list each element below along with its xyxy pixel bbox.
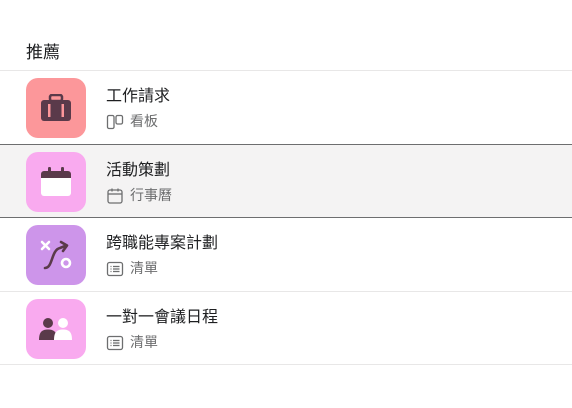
template-tile: [26, 225, 86, 285]
template-name: 一對一會議日程: [106, 307, 219, 326]
template-meta: 清單: [106, 333, 158, 353]
people-icon: [39, 318, 72, 340]
template-row-cross-functional-plan[interactable]: 跨職能專案計劃 清單: [0, 217, 572, 291]
list-icon: [106, 335, 124, 351]
list-icon: [106, 261, 124, 277]
calendar-icon: [41, 167, 71, 196]
template-meta: 清單: [106, 259, 158, 279]
template-view-label: 清單: [130, 261, 158, 277]
template-meta: 看板: [106, 112, 158, 132]
template-tile: [26, 152, 86, 212]
template-name: 工作請求: [106, 86, 171, 105]
template-tile: [26, 299, 86, 359]
template-name: 活動策劃: [106, 160, 171, 179]
board-icon: [106, 114, 124, 130]
template-tile: [26, 78, 86, 138]
template-view-label: 看板: [130, 114, 158, 130]
template-row-event-planning[interactable]: 活動策劃 行事曆: [0, 144, 572, 218]
briefcase-icon: [41, 94, 71, 121]
template-picker: 推薦 工作請求 看板 活動策劃 行事曆 跨職能專案計劃 清單 一對一會議日程 清…: [0, 0, 572, 408]
template-list: 工作請求 看板 活動策劃 行事曆 跨職能專案計劃 清單 一對一會議日程 清單: [0, 70, 572, 365]
template-meta: 行事曆: [106, 186, 172, 206]
template-view-label: 行事曆: [130, 188, 172, 204]
calendar-icon: [107, 188, 123, 204]
section-title: 推薦: [26, 43, 60, 63]
template-row-one-on-one-agenda[interactable]: 一對一會議日程 清單: [0, 291, 572, 365]
template-view-label: 清單: [130, 335, 158, 351]
path-icon: [40, 240, 72, 270]
template-row-work-request[interactable]: 工作請求 看板: [0, 70, 572, 144]
template-name: 跨職能專案計劃: [106, 233, 219, 252]
